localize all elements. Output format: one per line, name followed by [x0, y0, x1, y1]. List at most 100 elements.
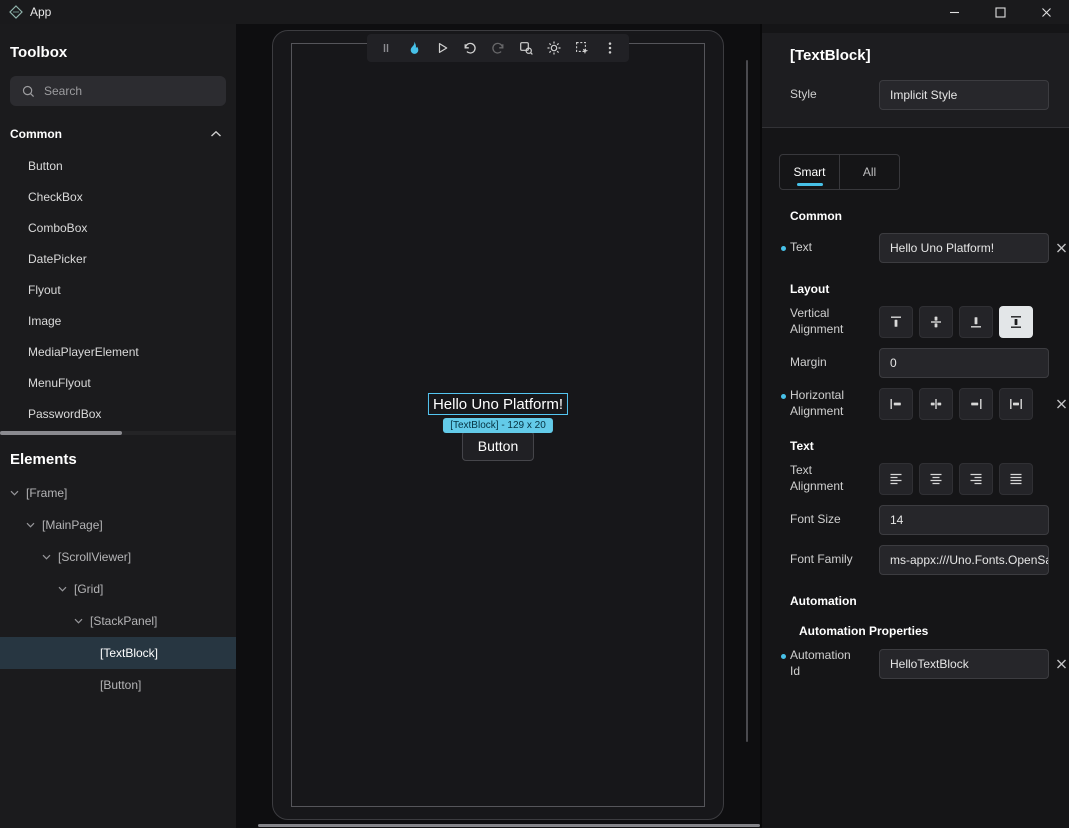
- toolbox-item-mediaplayerelement[interactable]: MediaPlayerElement: [0, 336, 236, 367]
- chevron-down-icon[interactable]: [42, 554, 54, 560]
- search-icon: [22, 85, 35, 98]
- text-label: Text: [790, 240, 879, 256]
- toolbox-title: Toolbox: [10, 44, 236, 61]
- tree-item-label: [ScrollViewer]: [58, 550, 131, 564]
- text-property-row: Text Hello Uno Platform!: [790, 233, 1049, 263]
- search-input[interactable]: Search: [10, 76, 226, 106]
- selected-textblock[interactable]: Hello Uno Platform!: [428, 393, 568, 415]
- canvas-content: Hello Uno Platform! [TextBlock] - 129 x …: [428, 393, 568, 461]
- horizontal-alignment-row: Horizontal Alignment: [790, 388, 1049, 420]
- app-title: App: [30, 5, 51, 19]
- tab-all[interactable]: All: [839, 155, 899, 189]
- maximize-icon: [995, 7, 1006, 18]
- toolbox-scrollbar[interactable]: [0, 431, 236, 435]
- tree-item-label: [TextBlock]: [100, 646, 158, 660]
- hot-reload-flame-icon[interactable]: [406, 40, 422, 56]
- chevron-down-icon[interactable]: [10, 490, 22, 496]
- vertical-alignment-label: Vertical Alignment: [790, 306, 879, 337]
- toolbox-item-list: Button CheckBox ComboBox DatePicker Flyo…: [0, 150, 236, 429]
- tree-item-label: [Frame]: [26, 486, 67, 500]
- stretch-vertical-button[interactable]: [999, 306, 1033, 338]
- tree-item-textblock[interactable]: [TextBlock]: [0, 637, 236, 669]
- toolbox-section-common[interactable]: Common: [0, 119, 236, 149]
- vertical-alignment-group: [879, 306, 1033, 338]
- toolbox-item-passwordbox[interactable]: PasswordBox: [0, 398, 236, 429]
- elements-title: Elements: [10, 451, 236, 468]
- chevron-down-icon[interactable]: [26, 522, 38, 528]
- canvas-horizontal-scrollbar[interactable]: [258, 824, 760, 827]
- automation-id-row: Automation Id HelloTextBlock: [790, 648, 1049, 679]
- minimize-button[interactable]: [931, 0, 977, 24]
- margin-label: Margin: [790, 355, 879, 371]
- device-frame[interactable]: Hello Uno Platform! [TextBlock] - 129 x …: [272, 30, 724, 820]
- font-size-label: Font Size: [790, 512, 879, 528]
- canvas-vertical-scrollbar[interactable]: [746, 60, 748, 742]
- font-family-input[interactable]: ms-appx:///Uno.Fonts.OpenSan: [879, 545, 1049, 575]
- tree-item-mainpage[interactable]: [MainPage]: [0, 509, 236, 541]
- text-input[interactable]: Hello Uno Platform!: [879, 233, 1049, 263]
- toolbox-section-label: Common: [10, 127, 62, 141]
- toolbox-item-flyout[interactable]: Flyout: [0, 274, 236, 305]
- tree-item-frame[interactable]: [Frame]: [0, 477, 236, 509]
- text-align-right-button[interactable]: [959, 463, 993, 495]
- align-top-button[interactable]: [879, 306, 913, 338]
- advanced-binding-icon[interactable]: [1056, 399, 1067, 410]
- drag-handle-icon[interactable]: [378, 40, 394, 56]
- style-input[interactable]: Implicit Style: [879, 80, 1049, 110]
- tab-smart[interactable]: Smart: [780, 155, 839, 189]
- more-icon[interactable]: [602, 40, 618, 56]
- select-element-icon[interactable]: [574, 40, 590, 56]
- advanced-binding-icon[interactable]: [1056, 243, 1067, 254]
- toolbox-item-combobox[interactable]: ComboBox: [0, 212, 236, 243]
- properties-panel: [TextBlock] Style Implicit Style Smart A…: [760, 24, 1069, 828]
- text-alignment-label: Text Alignment: [790, 463, 879, 494]
- app-window: App Toolbox Search Common: [0, 0, 1069, 828]
- chevron-down-icon[interactable]: [58, 586, 70, 592]
- align-center-horizontal-button[interactable]: [919, 388, 953, 420]
- font-size-input[interactable]: 14: [879, 505, 1049, 535]
- toolbox-scrollbar-thumb[interactable]: [0, 431, 122, 435]
- align-right-button[interactable]: [959, 388, 993, 420]
- align-center-vertical-button[interactable]: [919, 306, 953, 338]
- element-tree: [Frame] [MainPage] [ScrollViewer] [Grid]…: [0, 477, 236, 701]
- inspect-icon[interactable]: [518, 40, 534, 56]
- canvas-button[interactable]: Button: [462, 431, 534, 461]
- margin-input[interactable]: 0: [879, 348, 1049, 378]
- automation-id-input[interactable]: HelloTextBlock: [879, 649, 1049, 679]
- maximize-button[interactable]: [977, 0, 1023, 24]
- textblock-text: Hello Uno Platform!: [433, 396, 563, 413]
- tree-item-stackpanel[interactable]: [StackPanel]: [0, 605, 236, 637]
- toolbox-item-datepicker[interactable]: DatePicker: [0, 243, 236, 274]
- section-common: Common: [790, 209, 1049, 223]
- play-icon[interactable]: [434, 40, 450, 56]
- margin-row: Margin 0: [790, 348, 1049, 378]
- align-left-button[interactable]: [879, 388, 913, 420]
- properties-sections: Common Text Hello Uno Platform! Layout V…: [762, 209, 1069, 679]
- align-bottom-button[interactable]: [959, 306, 993, 338]
- toolbox-item-menuflyout[interactable]: MenuFlyout: [0, 367, 236, 398]
- chevron-down-icon[interactable]: [74, 618, 86, 624]
- tree-item-grid[interactable]: [Grid]: [0, 573, 236, 605]
- close-button[interactable]: [1023, 0, 1069, 24]
- font-size-row: Font Size 14: [790, 505, 1049, 535]
- app-logo-icon: [9, 5, 23, 19]
- tree-item-label: [MainPage]: [42, 518, 103, 532]
- canvas-toolbar: [367, 34, 629, 62]
- redo-icon[interactable]: [490, 40, 506, 56]
- automation-id-label: Automation Id: [790, 648, 879, 679]
- undo-icon[interactable]: [462, 40, 478, 56]
- tree-item-scrollviewer[interactable]: [ScrollViewer]: [0, 541, 236, 573]
- theme-sun-icon[interactable]: [546, 40, 562, 56]
- stretch-horizontal-button[interactable]: [999, 388, 1033, 420]
- text-align-justify-button[interactable]: [999, 463, 1033, 495]
- toolbox-item-checkbox[interactable]: CheckBox: [0, 181, 236, 212]
- tree-item-button[interactable]: [Button]: [0, 669, 236, 701]
- horizontal-alignment-label: Horizontal Alignment: [790, 388, 879, 419]
- left-sidebar: Toolbox Search Common Button CheckBox Co…: [0, 24, 236, 828]
- advanced-binding-icon[interactable]: [1056, 658, 1067, 669]
- text-align-center-button[interactable]: [919, 463, 953, 495]
- toolbox-item-image[interactable]: Image: [0, 305, 236, 336]
- text-align-left-button[interactable]: [879, 463, 913, 495]
- toolbox-item-button[interactable]: Button: [0, 150, 236, 181]
- selected-element-title: [TextBlock]: [790, 47, 1049, 64]
